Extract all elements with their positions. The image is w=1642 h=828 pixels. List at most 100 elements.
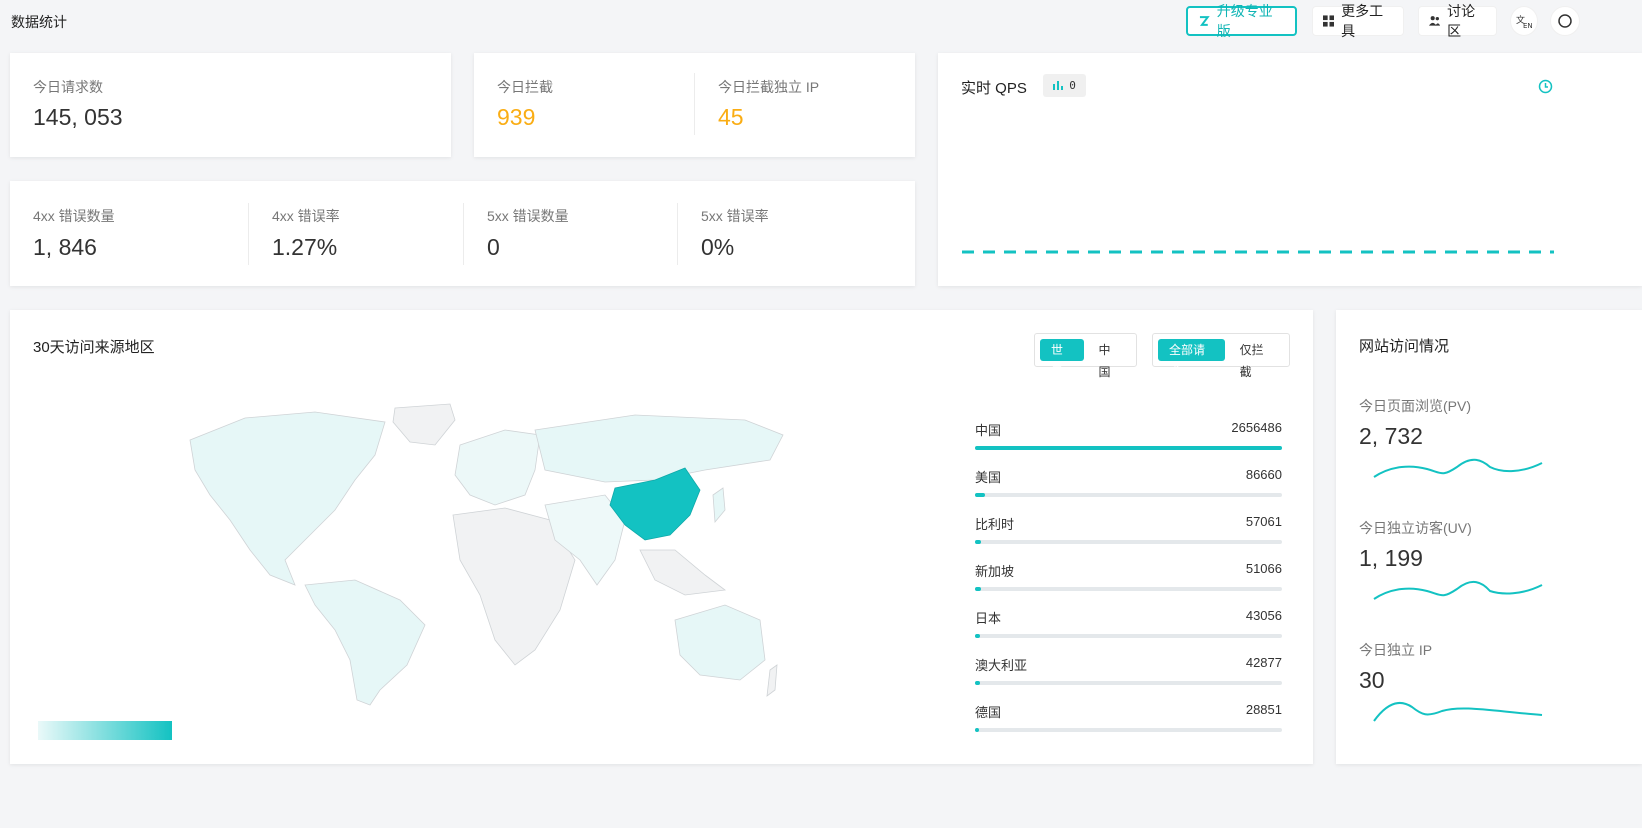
today-requests-card: 今日请求数 145, 053	[10, 53, 451, 157]
more-tools-button[interactable]: 更多工具	[1312, 3, 1404, 39]
region-card: 30天访问来源地区 世界 中国 全部请求 仅拦截	[10, 310, 1313, 764]
region-progress-fill	[975, 493, 986, 497]
ip-label: 今日独立 IP	[1359, 642, 1433, 658]
divider	[463, 203, 464, 265]
region-count: 57061	[1245, 514, 1282, 529]
4xx-rate-label: 4xx 错误率	[272, 208, 340, 224]
today-block-card: 今日拦截 939 今日拦截独立 IP 45	[474, 53, 915, 157]
today-requests-value: 145, 053	[33, 104, 123, 130]
today-requests-label: 今日请求数	[33, 79, 103, 95]
pv-label: 今日页面浏览(PV)	[1359, 398, 1471, 414]
qps-line-chart	[962, 250, 1554, 254]
region-progress-track	[975, 587, 1282, 591]
visits-card: 网站访问情况 今日页面浏览(PV) 2, 732 今日独立访客(UV) 1, 1…	[1336, 310, 1642, 764]
region-progress-fill	[975, 728, 979, 732]
region-name: 澳大利亚	[975, 658, 1028, 673]
uv-value: 1, 199	[1359, 545, 1423, 571]
forum-button-label: 讨论区	[1447, 3, 1476, 39]
map-region	[392, 403, 456, 446]
region-name: 德国	[975, 705, 1002, 720]
region-progress-track	[975, 493, 1282, 497]
region-count: 2656486	[1231, 420, 1282, 435]
ip-value: 30	[1359, 667, 1385, 693]
translate-icon: 文EN	[1516, 14, 1532, 29]
region-progress-track	[975, 728, 1282, 732]
apps-icon	[1323, 15, 1335, 27]
ip-sparkline	[1373, 702, 1543, 722]
map-region	[189, 411, 386, 586]
more-tools-button-label: 更多工具	[1341, 3, 1384, 39]
divider	[248, 203, 249, 265]
region-name: 中国	[975, 423, 1002, 438]
page-title: 数据统计	[11, 14, 67, 30]
forum-button[interactable]: 讨论区	[1418, 3, 1497, 39]
uv-label: 今日独立访客(UV)	[1359, 520, 1472, 536]
filter-tabs: 全部请求 仅拦截	[1152, 333, 1290, 379]
region-title: 30天访问来源地区	[33, 339, 155, 356]
map-legend-gradient	[38, 721, 172, 740]
qps-title: 实时 QPS	[961, 80, 1027, 97]
today-block-ip-label: 今日拦截独立 IP	[718, 79, 820, 95]
region-progress-track	[975, 634, 1282, 638]
tab-all-requests[interactable]: 全部请求	[1158, 339, 1225, 379]
divider	[694, 73, 695, 135]
scope-tabs: 世界 中国	[1034, 333, 1137, 379]
tab-china[interactable]: 中国	[1088, 339, 1132, 379]
tab-world[interactable]: 世界	[1040, 339, 1084, 379]
region-name: 美国	[975, 470, 1002, 485]
github-button[interactable]	[1550, 6, 1580, 36]
5xx-rate-label: 5xx 错误率	[701, 208, 769, 224]
region-progress-fill	[975, 446, 1282, 450]
brand-icon	[1199, 16, 1210, 26]
error-stats-card: 4xx 错误数量 1, 846 4xx 错误率 1.27% 5xx 错误数量 0…	[10, 181, 915, 286]
pv-value: 2, 732	[1359, 423, 1423, 449]
region-count: 51066	[1245, 561, 1282, 576]
map-region	[639, 549, 727, 596]
region-progress-track	[975, 540, 1282, 544]
uv-sparkline	[1373, 580, 1543, 600]
4xx-count-value: 1, 846	[33, 234, 97, 260]
map-region	[304, 579, 426, 706]
region-progress-fill	[975, 587, 981, 591]
map-region	[712, 487, 726, 524]
today-block-value: 939	[497, 104, 536, 130]
bar-chart-icon	[1053, 81, 1064, 90]
region-count: 28851	[1245, 702, 1282, 717]
language-toggle[interactable]: 文 EN	[1510, 6, 1538, 36]
qps-badge: 0	[1043, 74, 1086, 97]
region-progress-track	[975, 681, 1282, 685]
world-map[interactable]	[185, 400, 785, 710]
4xx-count-label: 4xx 错误数量	[33, 208, 115, 224]
github-icon	[1558, 14, 1572, 28]
region-name: 比利时	[975, 517, 1015, 532]
map-region	[454, 429, 541, 506]
tab-blocked-only[interactable]: 仅拦截	[1229, 339, 1284, 379]
region-progress-fill	[975, 540, 982, 544]
region-progress-fill	[975, 681, 980, 685]
today-block-ip-value: 45	[718, 104, 744, 130]
map-region	[674, 604, 766, 681]
region-name: 新加坡	[975, 564, 1015, 579]
qps-badge-value: 0	[1069, 79, 1076, 92]
qps-card: 实时 QPS 0	[938, 53, 1642, 286]
upgrade-button-label: 升级专业版	[1216, 3, 1273, 39]
region-count: 42877	[1245, 655, 1282, 670]
map-region	[534, 414, 784, 483]
5xx-rate-value: 0%	[701, 234, 735, 260]
region-count: 86660	[1245, 467, 1282, 482]
map-region	[766, 664, 778, 697]
5xx-count-label: 5xx 错误数量	[487, 208, 569, 224]
region-name: 日本	[975, 611, 1002, 626]
history-icon[interactable]	[1538, 79, 1553, 94]
region-progress-fill	[975, 634, 980, 638]
today-block-label: 今日拦截	[497, 79, 553, 95]
region-count: 43056	[1245, 608, 1282, 623]
svg-text:EN: EN	[1523, 22, 1532, 29]
region-progress-track	[975, 446, 1282, 450]
pv-sparkline	[1373, 458, 1543, 478]
upgrade-button[interactable]: 升级专业版	[1186, 3, 1297, 39]
4xx-rate-value: 1.27%	[272, 234, 338, 260]
visits-title: 网站访问情况	[1359, 338, 1450, 355]
5xx-count-value: 0	[487, 234, 500, 260]
users-icon	[1429, 16, 1441, 26]
